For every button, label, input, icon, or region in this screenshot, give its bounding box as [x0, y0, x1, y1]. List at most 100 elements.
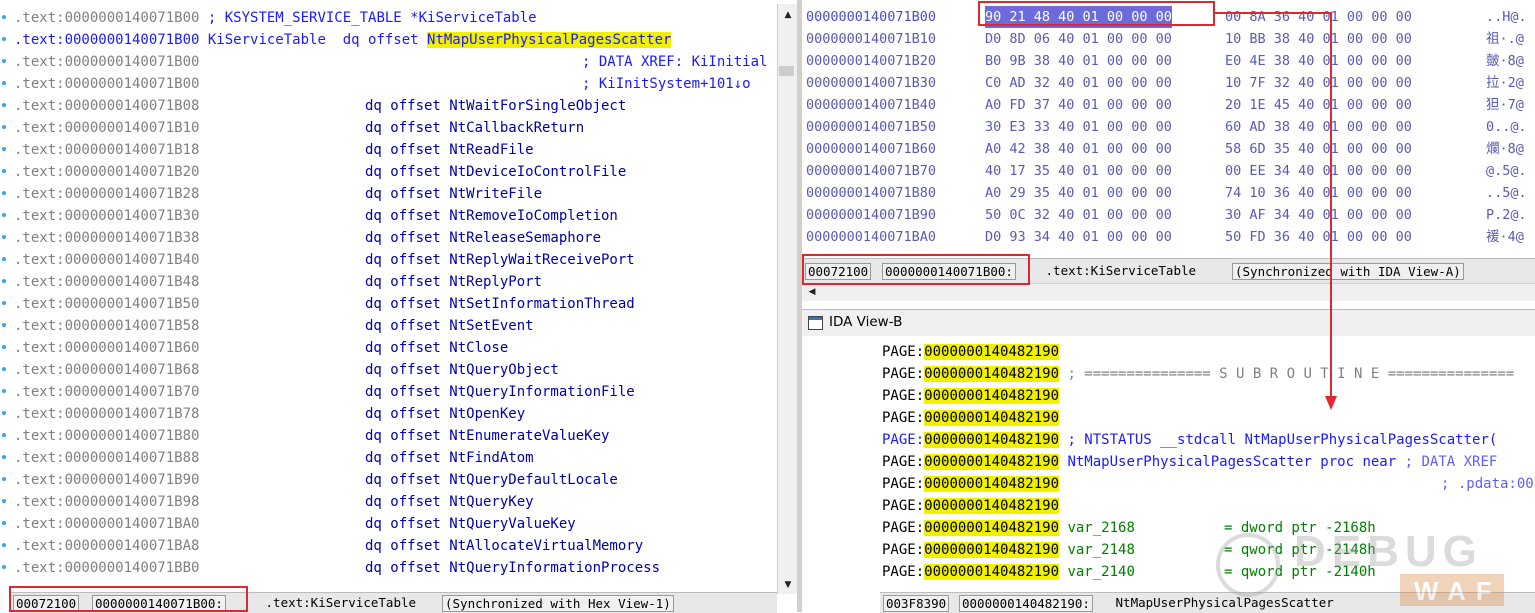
- hex-bytes-second-half[interactable]: 00 8A 36 40 01 00 00 00: [1225, 6, 1412, 28]
- scroll-left-arrow-icon[interactable]: ◀: [804, 284, 820, 300]
- scroll-up-arrow-icon[interactable]: ▲: [778, 6, 798, 24]
- listing-line[interactable]: .text:0000000140071B78 dq offset NtOpenKe…: [14, 403, 777, 425]
- listing-line[interactable]: .text:0000000140071B40 dq offset NtReplyW…: [14, 249, 777, 271]
- listing-line[interactable]: .text:0000000140071B28 dq offset NtWriteF…: [14, 183, 777, 205]
- listing-line[interactable]: PAGE:0000000140482190 ; .pdata:00: [882, 473, 1535, 495]
- hex-bytes-first-half[interactable]: D0 93 34 40 01 00 00 00: [985, 226, 1172, 246]
- highlighted-address[interactable]: 0000000140482190: [924, 366, 1060, 382]
- listing-line[interactable]: .text:0000000140071B48 dq offset NtReplyP…: [14, 271, 777, 293]
- listing-instruction[interactable]: dq offset NtReplyWaitReceivePort: [365, 249, 635, 271]
- highlighted-address[interactable]: 0000000140482190: [924, 542, 1060, 558]
- hex-bytes-first-half[interactable]: A0 FD 37 40 01 00 00 00: [985, 94, 1172, 116]
- hex-bytes-first-half[interactable]: 50 0C 32 40 01 00 00 00: [985, 204, 1172, 226]
- listing-line[interactable]: .text:0000000140071B00 ; KSYSTEM_SERVICE…: [14, 7, 777, 29]
- hex-bytes-second-half[interactable]: 50 FD 36 40 01 00 00 00: [1225, 226, 1412, 246]
- xref-comment[interactable]: ; KiInitSystem+101↓o: [582, 73, 751, 95]
- listing-line[interactable]: PAGE:0000000140482190 NtMapUserPhysicalP…: [882, 451, 1535, 473]
- listing-instruction[interactable]: dq offset NtWriteFile: [365, 183, 542, 205]
- listing-line[interactable]: .text:0000000140071B68 dq offset NtQueryO…: [14, 359, 777, 381]
- listing-instruction[interactable]: dq offset NtClose: [365, 337, 508, 359]
- ida-view-b-title-bar[interactable]: IDA View-B: [802, 309, 1535, 337]
- highlighted-address[interactable]: 0000000140482190: [924, 454, 1060, 470]
- xref-comment[interactable]: ; DATA XREF: KiInitial: [582, 51, 767, 73]
- listing-instruction[interactable]: dq offset NtReleaseSemaphore: [365, 227, 601, 249]
- listing-line[interactable]: .text:0000000140071B00 ; DATA XREF: KiIni…: [14, 51, 777, 73]
- listing-line[interactable]: .text:0000000140071B30 dq offset NtRemove…: [14, 205, 777, 227]
- listing-instruction[interactable]: dq offset NtQueryInformationFile: [365, 381, 635, 403]
- listing-instruction[interactable]: dq offset NtAllocateVirtualMemory: [365, 535, 643, 557]
- hex-bytes-second-half[interactable]: 30 AF 34 40 01 00 00 00: [1225, 204, 1412, 226]
- listing-instruction[interactable]: dq offset NtQueryDefaultLocale: [365, 469, 618, 491]
- hex-bytes-first-half[interactable]: C0 AD 32 40 01 00 00 00: [985, 72, 1172, 94]
- hex-bytes-first-half[interactable]: 40 17 35 40 01 00 00 00: [985, 160, 1172, 182]
- hex-bytes-second-half[interactable]: 20 1E 45 40 01 00 00 00: [1225, 94, 1412, 116]
- highlighted-address[interactable]: 0000000140482190: [924, 564, 1060, 580]
- hex-row[interactable]: 0000000140071B30 C0 AD 32 40 01 00 00 00 1…: [806, 72, 1531, 94]
- hex-row[interactable]: 0000000140071B10 D0 8D 06 40 01 00 00 00 1…: [806, 28, 1531, 50]
- listing-line[interactable]: .text:0000000140071B00 ; KiInitSystem+101…: [14, 73, 777, 95]
- highlighted-symbol[interactable]: NtMapUserPhysicalPagesScatter: [427, 32, 672, 48]
- listing-instruction[interactable]: dq offset NtQueryInformationProcess: [365, 557, 660, 579]
- hex-bytes-second-half[interactable]: 74 10 36 40 01 00 00 00: [1225, 182, 1412, 204]
- listing-instruction[interactable]: dq offset NtReadFile: [365, 139, 534, 161]
- listing-line[interactable]: .text:0000000140071B10 dq offset NtCallba…: [14, 117, 777, 139]
- xref-comment[interactable]: ; DATA XREF: [1396, 454, 1498, 470]
- highlighted-address[interactable]: 0000000140482190: [924, 476, 1060, 492]
- hex-bytes-first-half[interactable]: A0 29 35 40 01 00 00 00: [985, 182, 1172, 204]
- listing-line[interactable]: PAGE:0000000140482190: [882, 385, 1535, 407]
- hex-row[interactable]: 0000000140071B80 A0 29 35 40 01 00 00 00 7…: [806, 182, 1531, 204]
- listing-line[interactable]: .text:0000000140071BA0 dq offset NtQueryV…: [14, 513, 777, 535]
- listing-line[interactable]: .text:0000000140071B18 dq offset NtReadFi…: [14, 139, 777, 161]
- listing-line[interactable]: .text:0000000140071BB0 dq offset NtQueryI…: [14, 557, 777, 579]
- highlighted-address[interactable]: 0000000140482190: [924, 432, 1060, 448]
- listing-instruction[interactable]: dq offset NtReplyPort: [365, 271, 542, 293]
- listing-line[interactable]: PAGE:0000000140482190 ; =============== …: [882, 363, 1535, 385]
- listing-line[interactable]: .text:0000000140071B50 dq offset NtSetInf…: [14, 293, 777, 315]
- listing-line[interactable]: .text:0000000140071B80 dq offset NtEnumer…: [14, 425, 777, 447]
- listing-line[interactable]: PAGE:0000000140482190: [882, 407, 1535, 429]
- listing-line[interactable]: .text:0000000140071B38 dq offset NtReleas…: [14, 227, 777, 249]
- hex-bytes-second-half[interactable]: 10 BB 38 40 01 00 00 00: [1225, 28, 1412, 50]
- scroll-down-arrow-icon[interactable]: ▼: [778, 576, 798, 594]
- listing-instruction[interactable]: dq offset NtOpenKey: [365, 403, 525, 425]
- stack-variable[interactable]: var_2148: [1059, 542, 1134, 558]
- listing-instruction[interactable]: dq offset NtWaitForSingleObject: [365, 95, 626, 117]
- hex-bytes-first-half[interactable]: A0 42 38 40 01 00 00 00: [985, 138, 1172, 160]
- listing-line[interactable]: .text:0000000140071B20 dq offset NtDevice…: [14, 161, 777, 183]
- hex-bytes-first-half[interactable]: B0 9B 38 40 01 00 00 00: [985, 50, 1172, 72]
- highlighted-address[interactable]: 0000000140482190: [924, 410, 1060, 426]
- hex-bytes-second-half[interactable]: 00 EE 34 40 01 00 00 00: [1225, 160, 1412, 182]
- hex-view-listing[interactable]: 0000000140071B00 90 21 48 40 01 00 00 00 0…: [806, 6, 1531, 246]
- ida-view-a-scroll-thumb[interactable]: [779, 66, 794, 76]
- hex-row[interactable]: 0000000140071B60 A0 42 38 40 01 00 00 00 5…: [806, 138, 1531, 160]
- highlighted-address[interactable]: 0000000140482190: [924, 498, 1060, 514]
- hex-bytes-first-half[interactable]: D0 8D 06 40 01 00 00 00: [985, 28, 1172, 50]
- listing-instruction[interactable]: dq offset NtQueryObject: [365, 359, 559, 381]
- highlighted-address[interactable]: 0000000140482190: [924, 344, 1060, 360]
- listing-line[interactable]: .text:0000000140071B00 KiServiceTable dq…: [14, 29, 777, 51]
- stack-variable[interactable]: var_2140: [1059, 564, 1134, 580]
- listing-instruction[interactable]: dq offset NtSetInformationThread: [365, 293, 635, 315]
- listing-instruction[interactable]: dq offset NtFindAtom: [365, 447, 534, 469]
- listing-instruction[interactable]: dq offset NtRemoveIoCompletion: [365, 205, 618, 227]
- listing-line[interactable]: PAGE:0000000140482190: [882, 341, 1535, 363]
- listing-instruction[interactable]: dq offset NtEnumerateValueKey: [365, 425, 609, 447]
- listing-instruction[interactable]: dq offset NtQueryValueKey: [365, 513, 576, 535]
- hex-bytes-second-half[interactable]: E0 4E 38 40 01 00 00 00: [1225, 50, 1412, 72]
- hex-bytes-second-half[interactable]: 10 7F 32 40 01 00 00 00: [1225, 72, 1412, 94]
- listing-instruction[interactable]: dq offset NtCallbackReturn: [365, 117, 584, 139]
- listing-line[interactable]: .text:0000000140071B90 dq offset NtQueryD…: [14, 469, 777, 491]
- listing-line[interactable]: .text:0000000140071BA8 dq offset NtAlloca…: [14, 535, 777, 557]
- hex-row[interactable]: 0000000140071BA0 D0 93 34 40 01 00 00 00 5…: [806, 226, 1531, 246]
- hex-row[interactable]: 0000000140071B50 30 E3 33 40 01 00 00 00 6…: [806, 116, 1531, 138]
- pdata-comment[interactable]: ; .pdata:00: [1441, 473, 1534, 495]
- stack-variable[interactable]: var_2168: [1059, 520, 1134, 536]
- listing-instruction[interactable]: dq offset NtSetEvent: [365, 315, 534, 337]
- listing-line[interactable]: PAGE:0000000140482190: [882, 495, 1535, 517]
- listing-line[interactable]: .text:0000000140071B98 dq offset NtQueryK…: [14, 491, 777, 513]
- listing-line[interactable]: .text:0000000140071B88 dq offset NtFindAt…: [14, 447, 777, 469]
- hex-view-horizontal-scrollbar[interactable]: ◀: [802, 283, 1535, 301]
- hex-bytes-second-half[interactable]: 60 AD 38 40 01 00 00 00: [1225, 116, 1412, 138]
- hex-row[interactable]: 0000000140071B90 50 0C 32 40 01 00 00 00 3…: [806, 204, 1531, 226]
- listing-instruction[interactable]: dq offset NtQueryKey: [365, 491, 534, 513]
